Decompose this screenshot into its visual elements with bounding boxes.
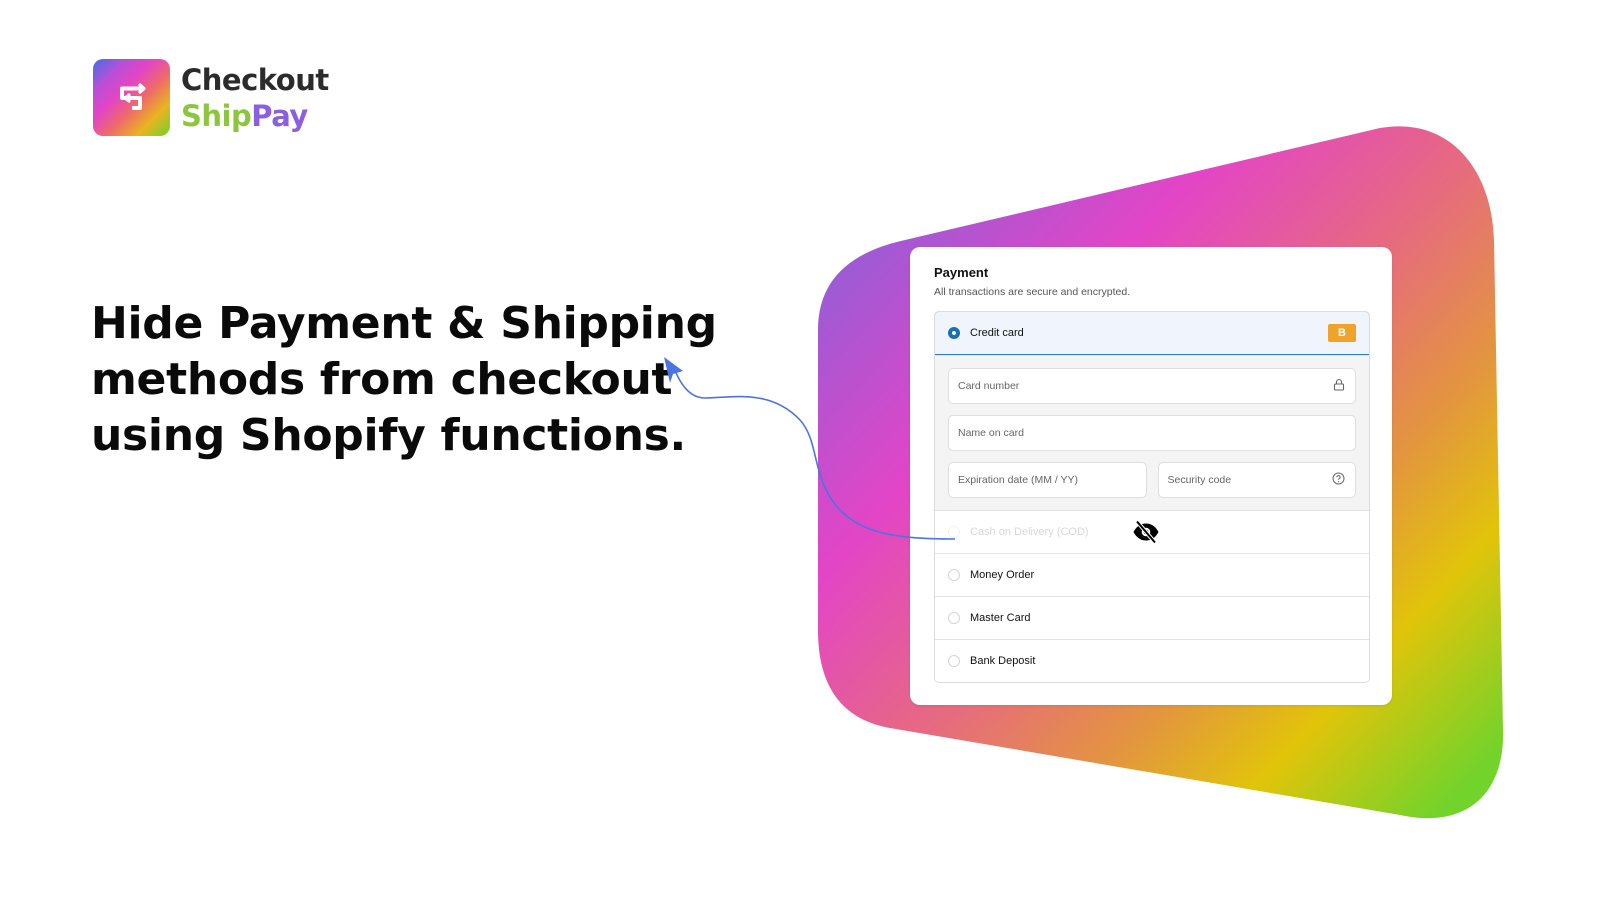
headline-line: Hide Payment & Shipping [91,298,717,349]
security-code-field[interactable]: Security code [1157,462,1356,498]
lock-icon [1333,378,1345,394]
expiration-date-field[interactable]: Expiration date (MM / YY) [948,462,1147,498]
headline-line: methods from checkout [91,354,673,405]
method-label: Cash on Delivery (COD) [970,526,1089,538]
name-on-card-field[interactable]: Name on card [948,415,1356,451]
payment-method-bank-deposit[interactable]: Bank Deposit [935,639,1369,682]
headline-line: using Shopify functions. [91,410,686,461]
method-label: Money Order [970,569,1035,581]
payment-method-cod[interactable]: Cash on Delivery (COD) [935,510,1369,553]
method-label: Credit card [970,327,1024,339]
credit-card-fields: Card number Name on card Expiration date… [935,355,1369,510]
brand-pay: Pay [251,98,308,133]
name-on-card-placeholder: Name on card [958,427,1024,439]
brand-logo: Checkout ShipPay [93,59,329,136]
method-label: Master Card [970,612,1031,624]
payment-method-money-order[interactable]: Money Order [935,553,1369,596]
card-brand-badge: B [1328,324,1356,342]
radio-unselected[interactable] [948,526,960,538]
payment-subtitle: All transactions are secure and encrypte… [934,286,1131,298]
headline: Hide Payment & Shipping methods from che… [91,296,717,464]
card-number-placeholder: Card number [958,380,1020,392]
radio-unselected[interactable] [948,569,960,581]
expiration-placeholder: Expiration date (MM / YY) [958,474,1079,486]
payment-title: Payment [934,265,989,280]
payment-method-credit-card[interactable]: Credit card B [935,312,1369,355]
card-number-field[interactable]: Card number [948,368,1356,404]
payment-method-master-card[interactable]: Master Card [935,596,1369,639]
method-label: Bank Deposit [970,655,1036,667]
radio-selected[interactable] [948,327,960,339]
help-circle-icon[interactable] [1332,472,1345,488]
brand-name-line1: Checkout [181,62,329,97]
swap-arrows-icon [93,59,170,136]
brand-name: Checkout ShipPay [181,62,329,134]
brand-name-line2: ShipPay [181,98,329,134]
payment-card: Payment All transactions are secure and … [910,247,1392,705]
security-code-placeholder: Security code [1167,474,1232,486]
eye-off-icon [1132,520,1160,549]
brand-ship: Ship [181,98,252,133]
card-details-row: Expiration date (MM / YY) Security code [948,462,1356,498]
radio-unselected[interactable] [948,612,960,624]
radio-unselected[interactable] [948,655,960,667]
payment-methods-list: Credit card B Card number Name on card E… [934,311,1370,683]
